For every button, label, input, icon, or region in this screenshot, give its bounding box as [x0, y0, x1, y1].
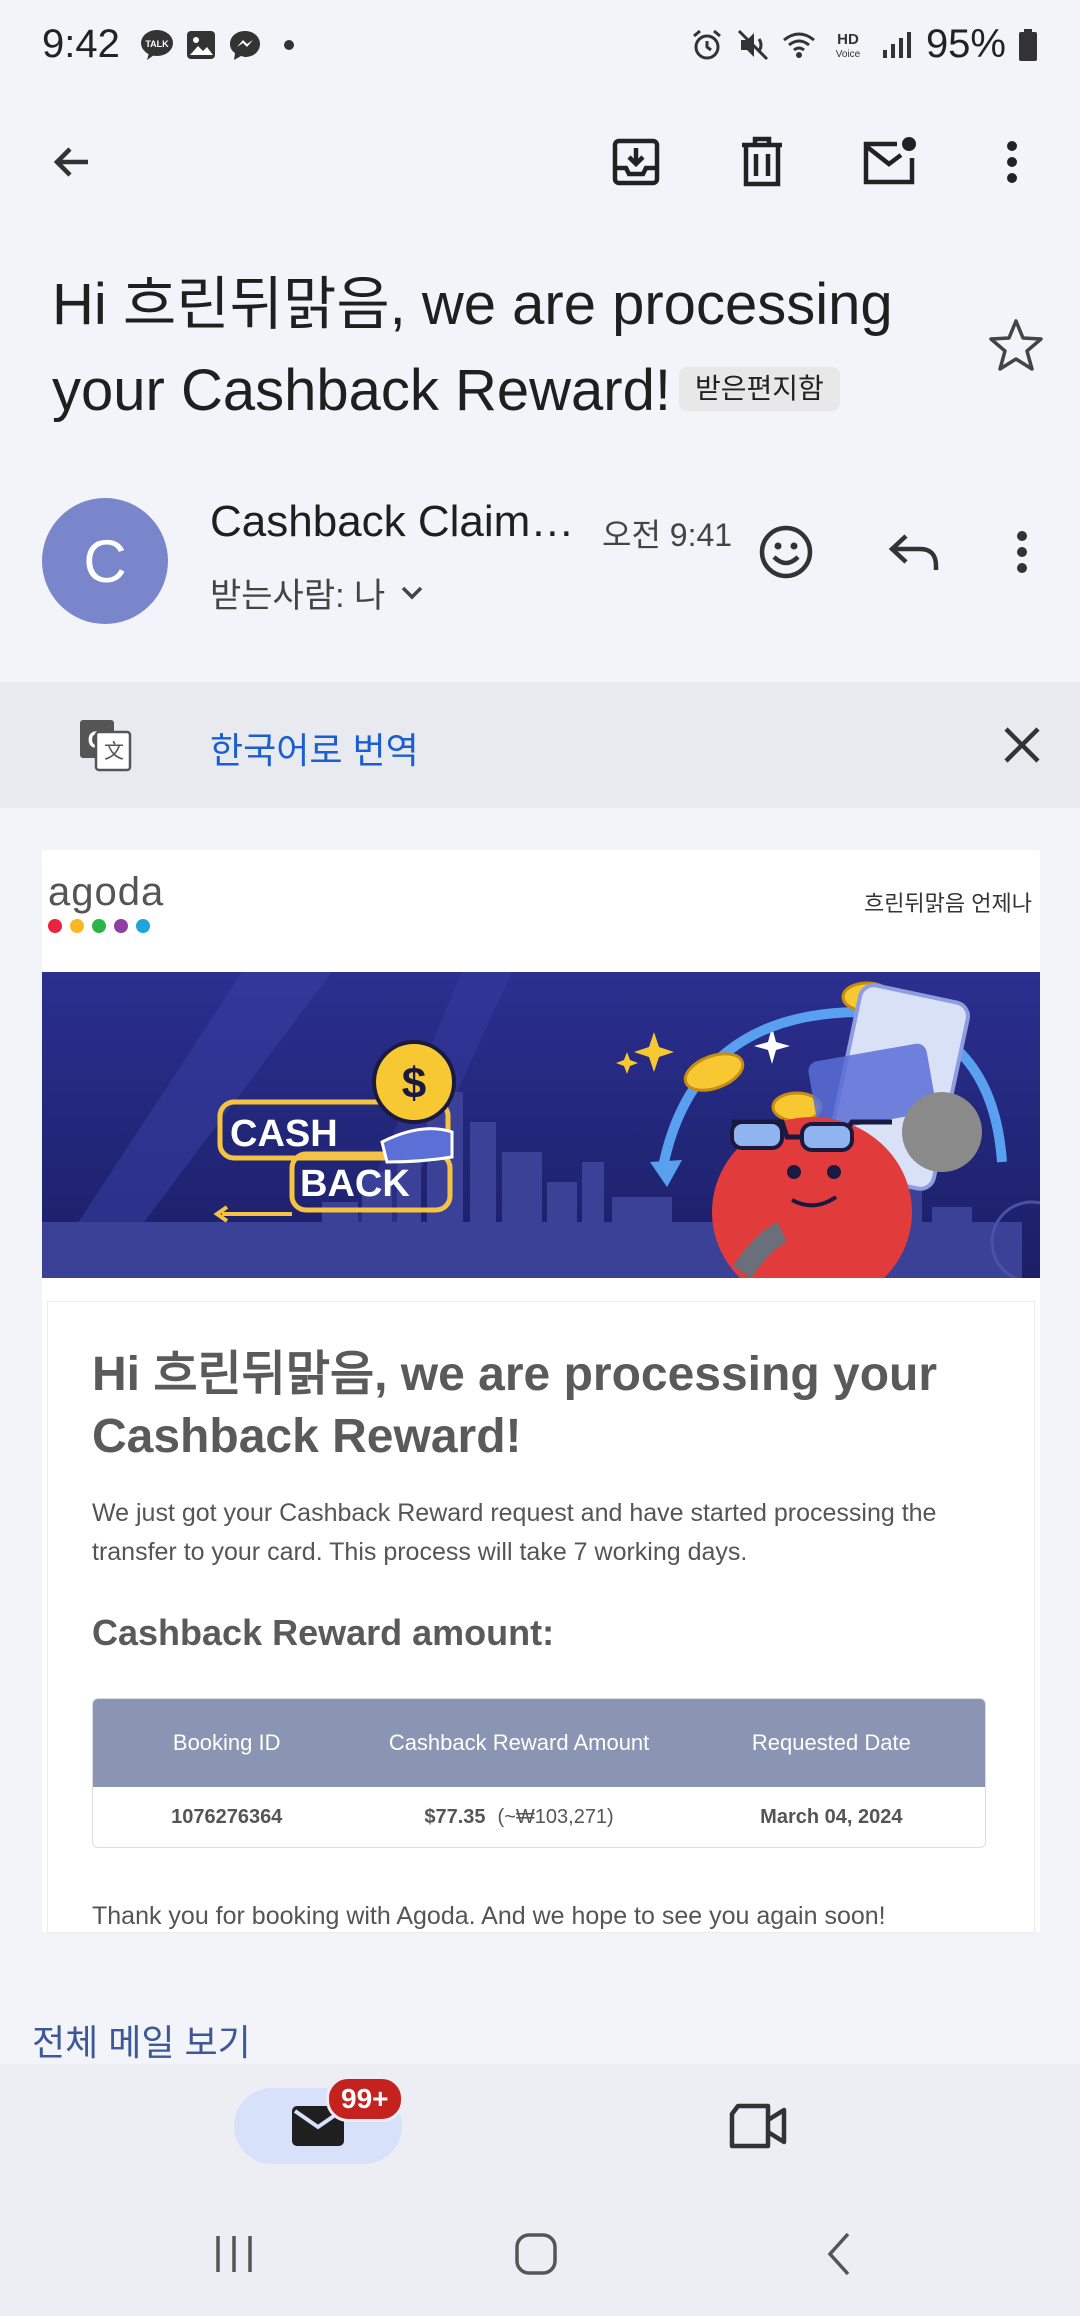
content-paragraph: We just got your Cashback Reward request… — [92, 1499, 937, 1566]
table-header: Booking ID Cashback Reward Amount Reques… — [93, 1699, 985, 1787]
back-button[interactable] — [40, 130, 104, 194]
chevron-down-icon — [402, 586, 423, 599]
email-body: agoda 흐린뒤맑음 언제나 CASH BACK $ Hi 흐린뒤맑음, we… — [42, 850, 1040, 1932]
svg-text:文: 文 — [104, 739, 124, 763]
system-nav-bar — [0, 2186, 1080, 2316]
svg-text:Voice: Voice — [836, 49, 861, 60]
view-entire-message-link[interactable]: 전체 메일 보기 — [32, 2014, 251, 2066]
agoda-logo[interactable]: agoda — [48, 870, 164, 933]
banner-back-text: BACK — [300, 1163, 410, 1205]
messenger-icon — [230, 31, 260, 60]
star-icon — [989, 319, 1043, 371]
archive-button[interactable] — [604, 130, 668, 194]
system-back-icon — [827, 2232, 850, 2276]
delete-button[interactable] — [730, 130, 794, 194]
email-header-greeting: 흐린뒤맑음 언제나 — [863, 891, 1032, 916]
recent-apps-button[interactable] — [206, 2226, 262, 2282]
logo-dot — [92, 919, 106, 933]
translate-link[interactable]: 한국어로 번역 — [210, 722, 419, 774]
talk-icon: TALK — [141, 30, 173, 60]
mute-icon — [737, 29, 768, 60]
battery-icon — [1019, 28, 1037, 61]
hd-voice-icon: HDVoice — [836, 31, 861, 60]
logo-dot — [136, 919, 150, 933]
meet-tab[interactable] — [728, 2102, 788, 2150]
status-time: 9:42 — [42, 22, 120, 66]
content-title: Hi 흐린뒤맑음, we are processing your Cashbac… — [92, 1348, 938, 1463]
content-subheading: Cashback Reward amount: — [92, 1612, 555, 1653]
dot-icon — [284, 40, 294, 50]
content-thanks: Thank you for booking with Agoda. And we… — [92, 1902, 886, 1930]
emoji-icon — [759, 525, 813, 579]
message-more-button[interactable] — [990, 520, 1054, 584]
more-vert-icon — [1007, 141, 1017, 183]
unread-badge: 99+ — [326, 2076, 404, 2122]
booking-id-cell: 1076276364 — [171, 1805, 283, 1828]
email-subject: Hi 흐린뒤맑음, we are processing your Cashbac… — [52, 262, 972, 434]
status-bar: 9:42 TALK HD Voice 95% — [0, 0, 1080, 95]
table-header-cell: Requested Date — [751, 1730, 911, 1755]
amount-usd: $77.35 — [424, 1805, 486, 1828]
amount-krw: (~₩103,271) — [497, 1805, 614, 1828]
more-vert-icon — [1017, 531, 1027, 573]
svg-text:$: $ — [402, 1059, 426, 1108]
email-content-card: Hi 흐린뒤맑음, we are processing your Cashbac… — [48, 1302, 1034, 1932]
logo-dot — [70, 919, 84, 933]
table-header-cell: Cashback Reward Amount — [388, 1730, 650, 1755]
email-time: 오전 9:41 — [602, 517, 733, 553]
bottom-nav: 99+ — [0, 2064, 1080, 2186]
alarm-icon — [692, 29, 721, 59]
home-button[interactable] — [508, 2226, 564, 2282]
logo-dot — [48, 919, 62, 933]
reward-table: Booking ID Cashback Reward Amount Reques… — [92, 1698, 986, 1848]
svg-text:HD: HD — [837, 31, 859, 48]
logo-dot — [114, 919, 128, 933]
back-arrow-icon — [53, 147, 88, 177]
system-back-button[interactable] — [812, 2226, 868, 2282]
recipients-label: 받는사람: 나 — [210, 577, 386, 615]
svg-text:TALK: TALK — [145, 39, 169, 49]
close-icon — [1004, 727, 1040, 763]
translate-close-button[interactable] — [996, 719, 1048, 771]
inbox-label-chip[interactable]: 받은편지함 — [678, 366, 840, 411]
agoda-dots — [48, 919, 164, 933]
battery-percent: 95% — [925, 22, 1006, 66]
delete-icon — [742, 136, 782, 187]
video-camera-icon — [729, 2103, 787, 2149]
email-toolbar — [0, 110, 1080, 210]
sender-avatar[interactable]: C — [42, 498, 168, 624]
wifi-icon — [783, 32, 815, 58]
archive-icon — [612, 138, 660, 186]
reply-icon — [888, 534, 939, 570]
agoda-wordmark: agoda — [48, 870, 165, 914]
reply-button[interactable] — [882, 520, 946, 584]
translate-icon: G 文 — [80, 720, 132, 772]
mark-unread-button[interactable] — [858, 130, 922, 194]
emoji-react-button[interactable] — [754, 520, 818, 584]
sender-name[interactable]: Cashback Claim… — [210, 497, 574, 547]
recent-apps-icon — [216, 2236, 252, 2272]
translate-bar: G 文 한국어로 번역 — [0, 682, 1080, 808]
star-button[interactable] — [986, 316, 1050, 380]
requested-date-cell: March 04, 2024 — [760, 1805, 903, 1828]
cashback-banner[interactable]: CASH BACK $ — [42, 972, 1040, 1278]
more-options-button[interactable] — [980, 130, 1044, 194]
banner-cash-text: CASH — [230, 1113, 338, 1155]
amount-cell: $77.35 (~₩103,271) — [360, 1806, 677, 1829]
table-row: 1076276364 $77.35 (~₩103,271) March 04, 2… — [93, 1787, 985, 1847]
recipients-toggle[interactable]: 받는사람: 나 — [210, 568, 425, 617]
status-left-icons: TALK — [140, 28, 306, 62]
mark-unread-icon — [863, 137, 916, 185]
status-right-icons: HD Voice 95% — [690, 22, 1038, 67]
table-header-cell: Booking ID — [172, 1730, 281, 1755]
cashback-banner-image: CASH BACK $ — [42, 972, 1040, 1278]
gallery-icon — [187, 31, 215, 59]
home-icon — [515, 2233, 557, 2275]
signal-icon — [882, 31, 911, 58]
